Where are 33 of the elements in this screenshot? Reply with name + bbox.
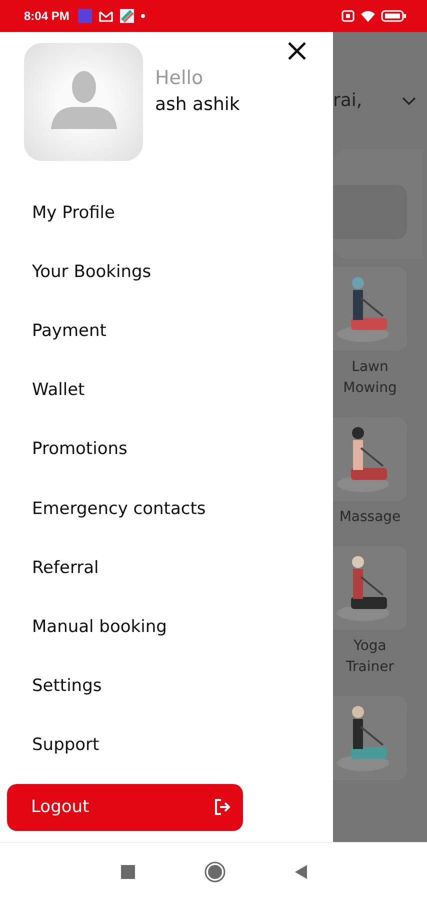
mail-icon bbox=[98, 9, 114, 23]
user-name: ash ashik bbox=[155, 94, 240, 115]
menu-item[interactable]: Emergency contacts bbox=[32, 478, 333, 538]
dot-icon bbox=[140, 13, 146, 19]
app-icon bbox=[77, 8, 94, 24]
menu-item[interactable]: Referral bbox=[32, 538, 333, 598]
service-label: Lawn Mowing bbox=[342, 358, 398, 398]
greeting: Hello bbox=[155, 67, 204, 89]
wifi-icon bbox=[360, 9, 376, 23]
close-icon bbox=[287, 41, 307, 61]
menu-item[interactable]: Wallet bbox=[32, 360, 333, 420]
home-icon[interactable] bbox=[204, 860, 226, 882]
menu-item[interactable]: Settings bbox=[32, 656, 333, 716]
service-label: Yoga Trainer bbox=[345, 637, 395, 677]
menu-item[interactable]: My Profile bbox=[32, 183, 333, 242]
app-icon bbox=[119, 8, 136, 24]
menu-item[interactable]: Promotions bbox=[32, 420, 333, 479]
location-text: rai, bbox=[333, 90, 362, 111]
screen-icon bbox=[341, 9, 355, 23]
menu-item[interactable]: Manual booking bbox=[32, 597, 333, 656]
service-label: Massage bbox=[338, 508, 402, 527]
menu-item[interactable]: Payment bbox=[32, 301, 333, 361]
logout-button[interactable]: Logout bbox=[7, 784, 243, 831]
logout-icon bbox=[213, 798, 231, 816]
person-icon bbox=[48, 69, 118, 129]
menu-item[interactable]: Support bbox=[32, 716, 333, 775]
menu-item[interactable]: Your Bookings bbox=[32, 242, 333, 302]
search-field[interactable] bbox=[333, 185, 407, 239]
chevron-down-icon bbox=[401, 96, 417, 106]
battery-icon bbox=[381, 9, 407, 23]
back-icon[interactable] bbox=[294, 864, 308, 880]
status-time: 8:04 PM bbox=[24, 9, 70, 23]
recents-icon[interactable] bbox=[120, 864, 136, 880]
